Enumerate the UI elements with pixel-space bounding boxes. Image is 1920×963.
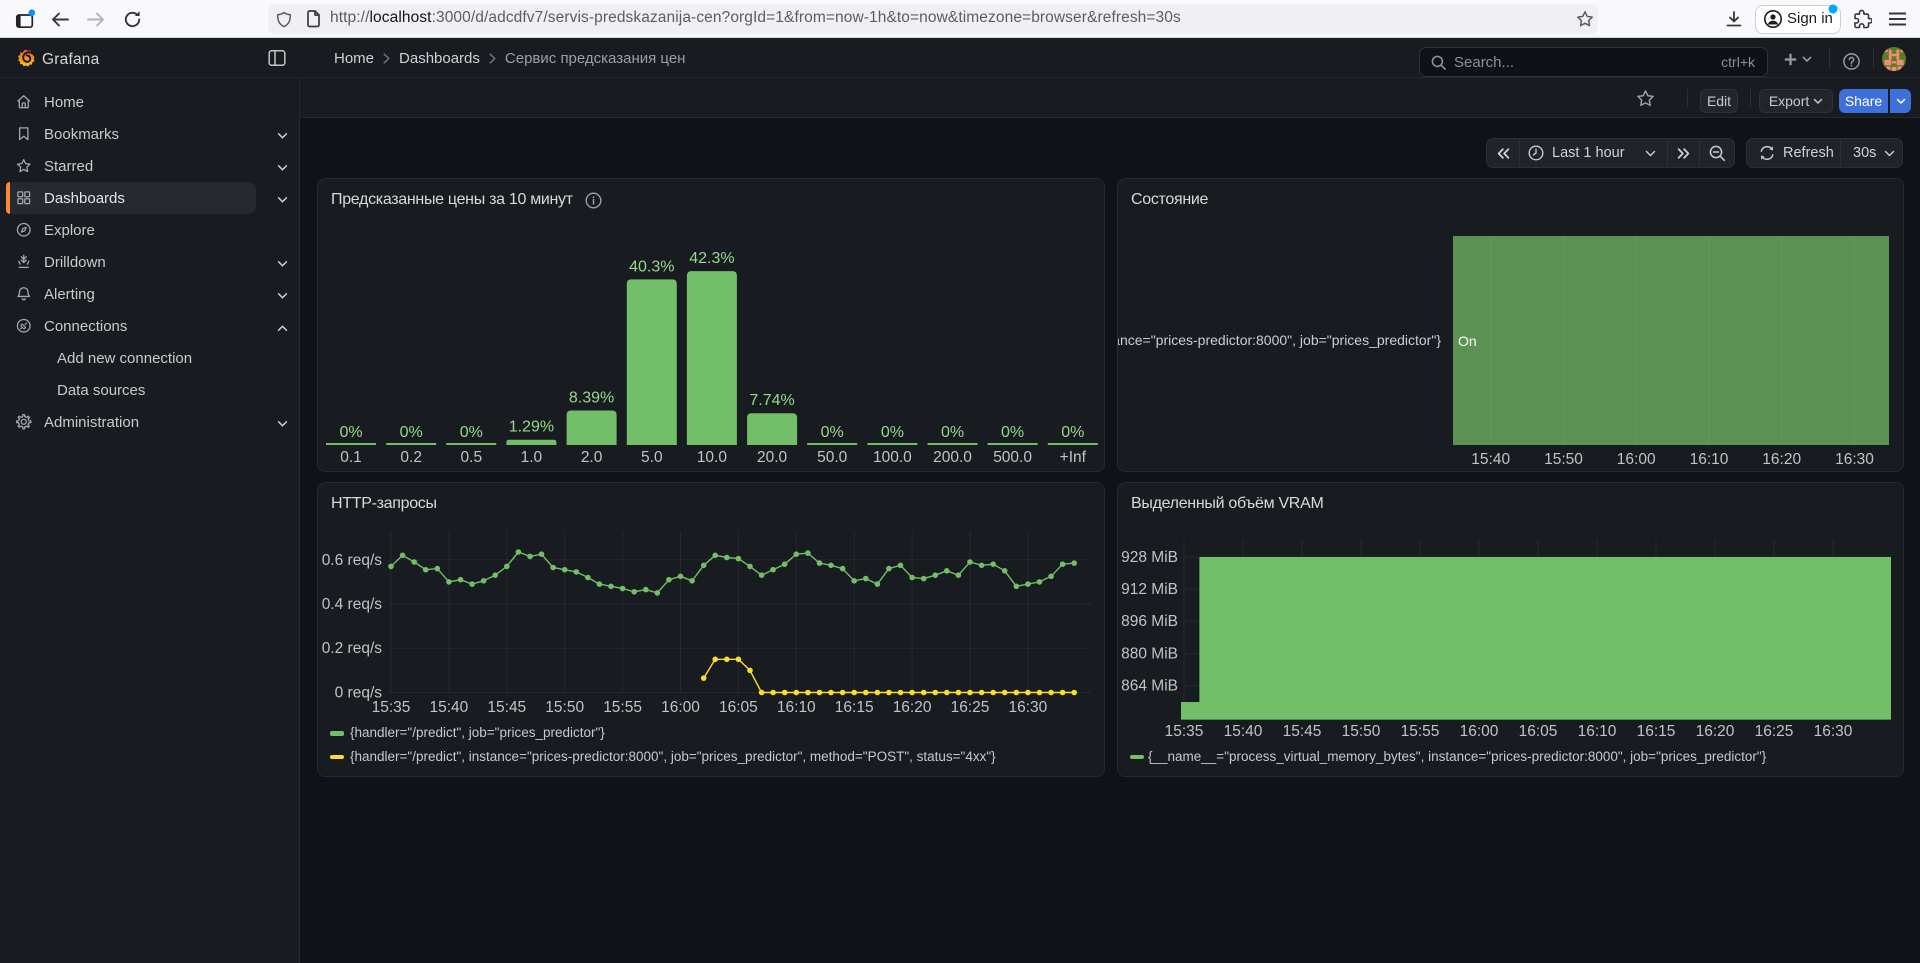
svg-text:16:05: 16:05: [719, 699, 758, 716]
svg-text:16:25: 16:25: [951, 699, 990, 716]
svg-text:15:40: 15:40: [430, 699, 469, 716]
svg-text:880 MiB: 880 MiB: [1121, 646, 1178, 663]
svg-text:1.29%: 1.29%: [509, 419, 554, 436]
svg-text:7.74%: 7.74%: [749, 392, 794, 409]
svg-text:0%: 0%: [400, 424, 423, 441]
svg-text:50.0: 50.0: [817, 449, 848, 466]
svg-text:0.2 req/s: 0.2 req/s: [322, 640, 383, 657]
svg-text:15:40: 15:40: [1471, 451, 1510, 468]
svg-text:0%: 0%: [339, 424, 362, 441]
svg-text:0%: 0%: [1061, 424, 1084, 441]
svg-text:42.3%: 42.3%: [689, 250, 734, 267]
svg-text:16:15: 16:15: [1637, 723, 1676, 740]
svg-text:20.0: 20.0: [757, 449, 788, 466]
svg-text:2.0: 2.0: [581, 449, 603, 466]
svg-text:16:10: 16:10: [1578, 723, 1617, 740]
svg-text:15:45: 15:45: [487, 699, 526, 716]
svg-text:15:35: 15:35: [372, 699, 411, 716]
svg-text:16:20: 16:20: [1762, 451, 1801, 468]
svg-text:+Inf: +Inf: [1060, 449, 1087, 466]
svg-text:40.3%: 40.3%: [629, 258, 674, 275]
svg-text:15:50: 15:50: [545, 699, 584, 716]
svg-text:16:25: 16:25: [1755, 723, 1794, 740]
svg-text:200.0: 200.0: [933, 449, 972, 466]
svg-text:16:00: 16:00: [661, 699, 700, 716]
svg-text:5.0: 5.0: [641, 449, 663, 466]
svg-text:0.1: 0.1: [340, 449, 362, 466]
svg-text:0.2: 0.2: [400, 449, 422, 466]
svg-text:0.5: 0.5: [461, 449, 483, 466]
svg-text:16:30: 16:30: [1009, 699, 1048, 716]
svg-text:15:55: 15:55: [1401, 723, 1440, 740]
svg-text:16:30: 16:30: [1835, 451, 1874, 468]
svg-text:0%: 0%: [1001, 424, 1024, 441]
svg-text:15:45: 15:45: [1283, 723, 1322, 740]
svg-text:0%: 0%: [941, 424, 964, 441]
svg-text:500.0: 500.0: [993, 449, 1032, 466]
svg-text:912 MiB: 912 MiB: [1121, 581, 1178, 598]
svg-text:8.39%: 8.39%: [569, 390, 614, 407]
svg-text:928 MiB: 928 MiB: [1121, 549, 1178, 566]
svg-text:16:15: 16:15: [835, 699, 874, 716]
svg-text:16:20: 16:20: [893, 699, 932, 716]
svg-text:15:50: 15:50: [1544, 451, 1583, 468]
svg-text:0%: 0%: [881, 424, 904, 441]
svg-text:15:50: 15:50: [1342, 723, 1381, 740]
svg-text:15:40: 15:40: [1224, 723, 1263, 740]
svg-text:0.6 req/s: 0.6 req/s: [322, 552, 383, 569]
svg-text:16:10: 16:10: [1690, 451, 1729, 468]
svg-text:16:10: 16:10: [777, 699, 816, 716]
svg-text:100.0: 100.0: [873, 449, 912, 466]
svg-text:16:30: 16:30: [1814, 723, 1853, 740]
svg-text:16:05: 16:05: [1519, 723, 1558, 740]
svg-text:10.0: 10.0: [697, 449, 728, 466]
svg-text:0%: 0%: [460, 424, 483, 441]
svg-text:15:35: 15:35: [1165, 723, 1204, 740]
svg-text:16:00: 16:00: [1460, 723, 1499, 740]
svg-text:15:55: 15:55: [603, 699, 642, 716]
svg-text:16:00: 16:00: [1617, 451, 1656, 468]
svg-text:864 MiB: 864 MiB: [1121, 678, 1178, 695]
svg-text:1.0: 1.0: [521, 449, 543, 466]
svg-text:0%: 0%: [821, 424, 844, 441]
svg-text:896 MiB: 896 MiB: [1121, 613, 1178, 630]
svg-text:16:20: 16:20: [1696, 723, 1735, 740]
svg-text:0.4 req/s: 0.4 req/s: [322, 596, 383, 613]
